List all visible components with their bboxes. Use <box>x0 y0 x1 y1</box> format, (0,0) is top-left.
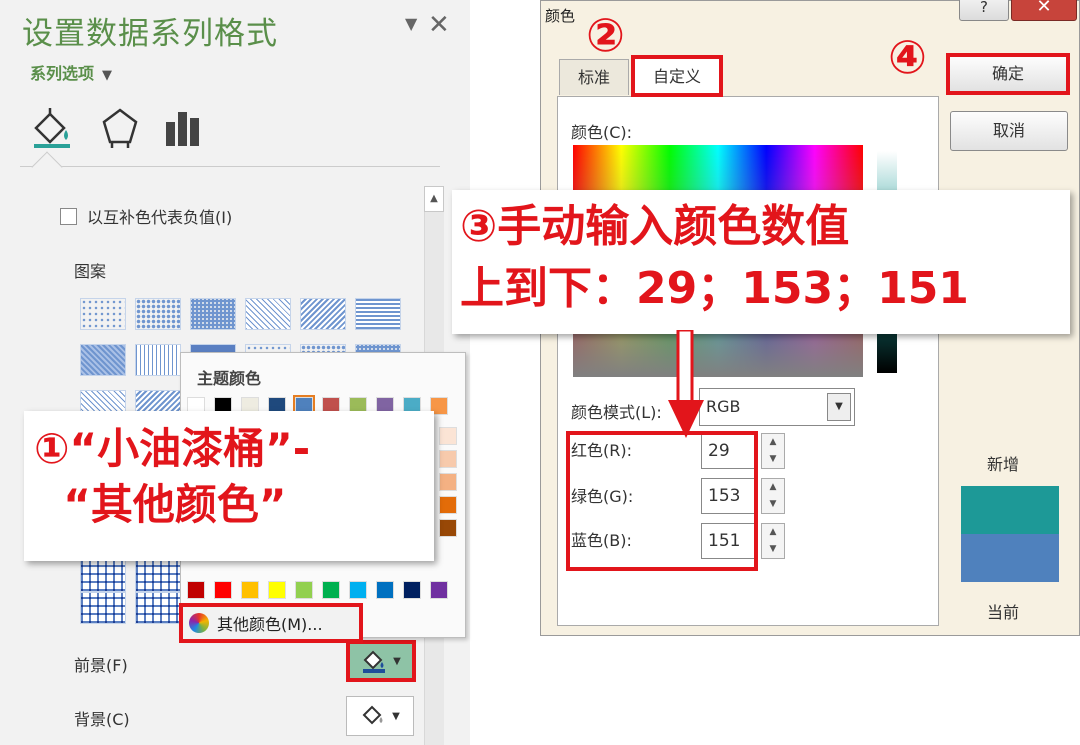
pattern-tile[interactable] <box>80 592 126 624</box>
current-color-swatch <box>961 534 1059 582</box>
background-label: 背景(C) <box>74 710 130 729</box>
color-swatch[interactable] <box>439 519 457 537</box>
callout-step-3: ③手动输入颜色数值 上到下：29；153；151 <box>452 190 1070 334</box>
more-colors-button[interactable]: 其他颜色(M)... <box>179 603 363 643</box>
paint-bucket-icon <box>363 650 386 673</box>
color-swatch[interactable] <box>295 581 313 599</box>
help-button[interactable]: ? <box>959 0 1009 21</box>
red-spinner[interactable]: ▲ ▼ <box>761 433 785 469</box>
pattern-tile[interactable] <box>355 298 401 330</box>
chevron-down-icon: ▼ <box>393 655 401 667</box>
foreground-label: 前景(F) <box>74 656 128 675</box>
tab-pointer <box>31 151 63 183</box>
pattern-label: 图案 <box>74 262 107 281</box>
colors-label: 颜色(C): <box>571 123 633 142</box>
pattern-tile[interactable] <box>80 298 126 330</box>
cancel-button[interactable]: 取消 <box>950 111 1068 151</box>
color-model-label: 颜色模式(L): <box>571 403 662 422</box>
more-colors-label: 其他颜色(M)... <box>217 615 323 634</box>
color-swatch[interactable] <box>241 581 259 599</box>
callout-step-1: ①“小油漆桶”- “其他颜色” <box>24 411 434 561</box>
pattern-tile[interactable] <box>190 298 236 330</box>
pattern-tile[interactable] <box>135 560 181 592</box>
chevron-down-icon: ▼ <box>102 68 113 83</box>
invert-label: 以互补色代表负值(I) <box>87 208 233 227</box>
color-swatch[interactable] <box>187 581 205 599</box>
ok-button[interactable]: 确定 <box>946 53 1070 95</box>
format-data-series-pane: 设置数据系列格式 ▼ ✕ 系列选项 ▼ ▲ 以互补色代表负值(I) 图案 前景(F… <box>0 0 470 745</box>
dialog-title: 颜色 <box>545 7 576 25</box>
color-swatch[interactable] <box>439 496 457 514</box>
new-color-swatch <box>961 486 1059 534</box>
effects-icon[interactable] <box>98 106 142 150</box>
series-options-label: 系列选项 <box>30 64 95 83</box>
pattern-tile[interactable] <box>135 592 181 624</box>
foreground-color-button[interactable]: ▼ <box>346 640 416 682</box>
color-swatch[interactable] <box>268 581 286 599</box>
pane-title: 设置数据系列格式 <box>22 16 278 52</box>
color-swatch[interactable] <box>349 581 367 599</box>
step-4-marker: ④ <box>888 30 927 84</box>
pattern-tile[interactable] <box>245 298 291 330</box>
tab-custom[interactable]: 自定义 <box>631 55 724 97</box>
color-swatch[interactable] <box>439 473 457 491</box>
scroll-up-icon[interactable]: ▲ <box>424 186 444 212</box>
dialog-close-button[interactable]: ✕ <box>1011 0 1077 21</box>
chevron-down-icon: ▼ <box>392 710 400 722</box>
blue-spinner[interactable]: ▲ ▼ <box>761 523 785 559</box>
rgb-highlight-box <box>566 431 758 571</box>
close-icon[interactable]: ✕ <box>428 10 450 40</box>
tab-standard[interactable]: 标准 <box>559 59 630 95</box>
theme-colors-label: 主题颜色 <box>197 369 262 388</box>
dialog-tabs: 标准 自定义 <box>559 55 724 97</box>
fill-line-icon[interactable] <box>30 106 74 150</box>
green-spinner[interactable]: ▲ ▼ <box>761 478 785 514</box>
color-wheel-icon <box>189 613 209 633</box>
color-swatch[interactable] <box>376 581 394 599</box>
pattern-tile[interactable] <box>300 298 346 330</box>
color-swatch[interactable] <box>403 581 421 599</box>
background-color-button[interactable]: ▼ <box>346 696 414 736</box>
series-options-dropdown[interactable]: 系列选项 ▼ <box>30 60 112 84</box>
pattern-tile[interactable] <box>135 298 181 330</box>
chevron-down-icon[interactable]: ▼ <box>827 393 851 421</box>
paint-bucket-icon <box>362 705 383 725</box>
series-options-icon[interactable] <box>162 106 206 150</box>
color-swatch[interactable] <box>439 450 457 468</box>
invert-checkbox[interactable] <box>60 207 77 225</box>
new-color-label: 新增 <box>987 455 1020 474</box>
pattern-tile[interactable] <box>80 560 126 592</box>
pattern-tile[interactable] <box>135 344 181 376</box>
step-2-marker: ② <box>586 8 625 62</box>
arrow-down-icon <box>668 330 704 438</box>
color-swatch[interactable] <box>439 427 457 445</box>
collapse-icon[interactable]: ▼ <box>405 14 417 33</box>
color-swatch[interactable] <box>430 581 448 599</box>
invert-if-negative-option[interactable]: 以互补色代表负值(I) <box>60 204 232 228</box>
color-swatch[interactable] <box>214 581 232 599</box>
pattern-tile[interactable] <box>80 344 126 376</box>
tab-divider <box>20 166 440 167</box>
color-swatch[interactable] <box>322 581 340 599</box>
current-color-label: 当前 <box>987 603 1020 622</box>
